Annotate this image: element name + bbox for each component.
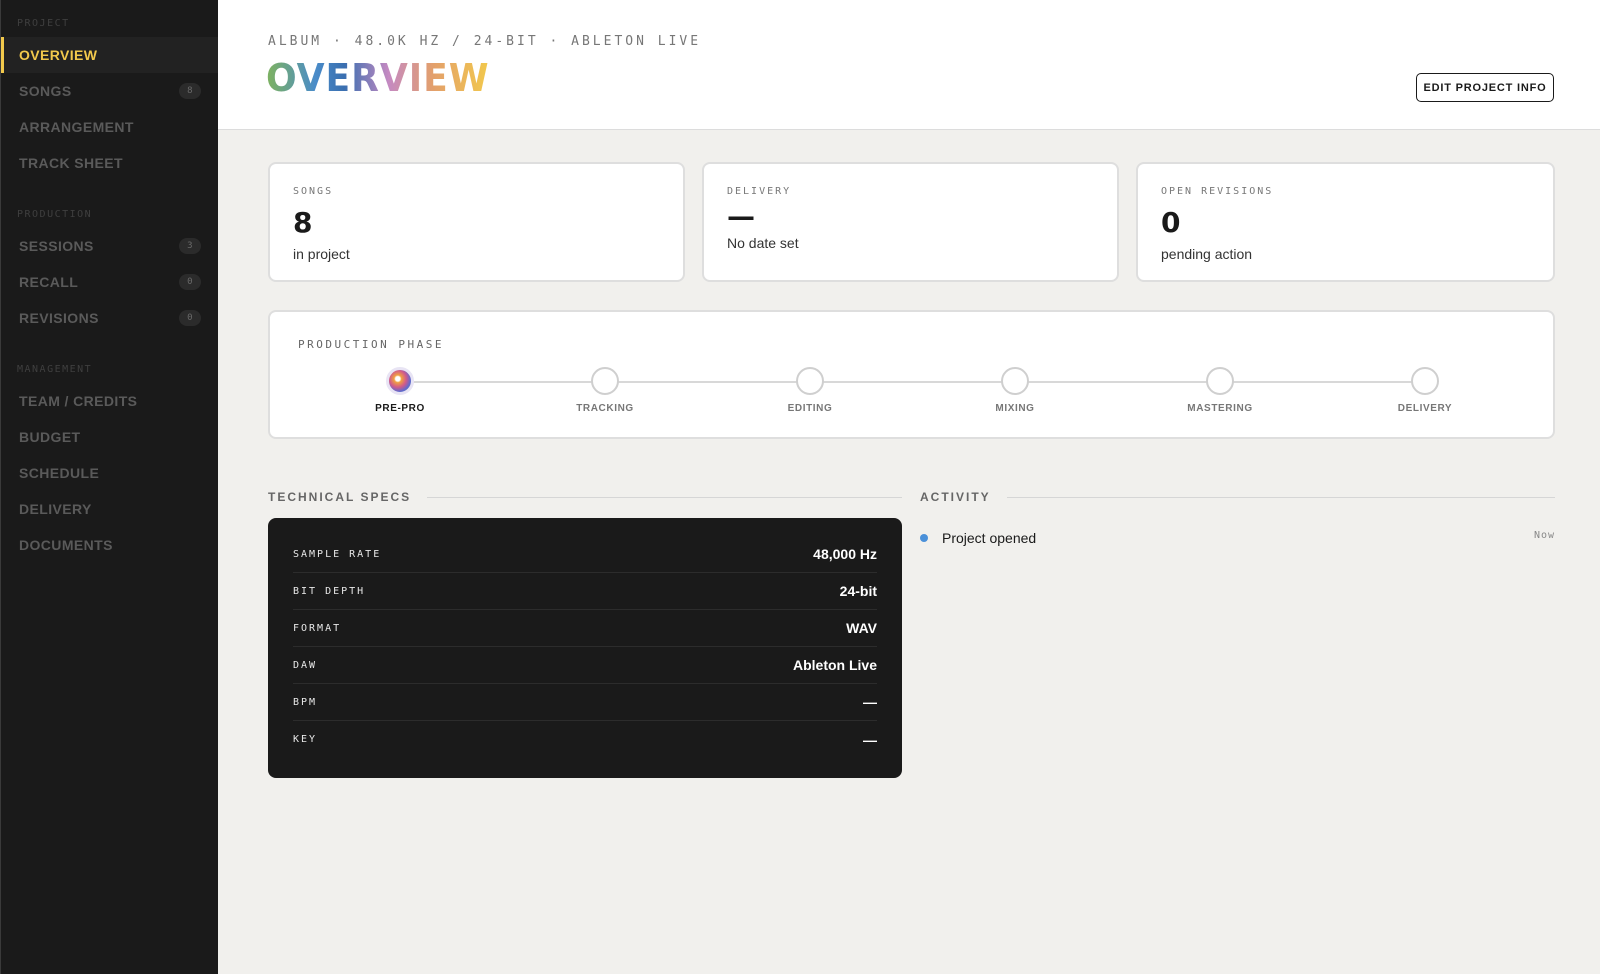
count-badge: 3 <box>179 238 201 254</box>
sidebar-item-label: OVERVIEW <box>19 47 98 63</box>
sidebar-item-songs[interactable]: SONGS 8 <box>1 73 219 109</box>
technical-specs-heading: TECHNICAL SPECS <box>268 490 902 504</box>
sidebar-item-label: DELIVERY <box>19 501 92 517</box>
phase-current-icon <box>386 367 414 395</box>
sidebar-item-delivery[interactable]: DELIVERY <box>1 491 219 527</box>
stat-label: SONGS <box>293 186 334 197</box>
stat-caption: in project <box>293 246 350 262</box>
page-title: OVERVIEW <box>266 56 490 100</box>
phase-step-mixing[interactable]: MIXING <box>955 367 1075 414</box>
sidebar-item-team-credits[interactable]: TEAM / CREDITS <box>1 383 219 419</box>
spec-key: FORMAT <box>293 622 342 634</box>
section-title: ACTIVITY <box>920 490 991 504</box>
phase-step-label: EDITING <box>787 403 833 414</box>
phase-step-delivery[interactable]: DELIVERY <box>1365 367 1485 414</box>
activity-text: Project opened <box>942 530 1037 546</box>
sidebar-item-label: RECALL <box>19 274 79 290</box>
production-phase-label: PRODUCTION PHASE <box>298 338 444 351</box>
sidebar-item-track-sheet[interactable]: TRACK SHEET <box>1 145 219 181</box>
stat-card-songs: SONGS 8 in project <box>268 162 685 282</box>
spec-row-format: FORMAT WAV <box>293 610 877 647</box>
technical-specs-panel: SAMPLE RATE 48,000 Hz BIT DEPTH 24-bit F… <box>268 518 902 778</box>
phase-dot-icon <box>1001 367 1029 395</box>
sidebar-item-label: REVISIONS <box>19 310 99 326</box>
phase-step-label: DELIVERY <box>1397 403 1453 414</box>
spec-row-daw: DAW Ableton Live <box>293 647 877 684</box>
divider <box>427 496 902 498</box>
stat-card-delivery: DELIVERY — No date set <box>702 162 1119 282</box>
spec-value: 24-bit <box>839 583 877 599</box>
sidebar-section-project: PROJECT <box>17 18 70 29</box>
sidebar-item-label: SONGS <box>19 83 72 99</box>
activity-dot-icon <box>920 534 928 542</box>
page-header: ALBUM · 48.0K HZ / 24-BIT · ABLETON LIVE… <box>218 0 1600 130</box>
activity-timestamp: Now <box>1533 530 1555 541</box>
phase-step-mastering[interactable]: MASTERING <box>1160 367 1280 414</box>
phase-step-label: MASTERING <box>1187 403 1253 414</box>
count-badge: 0 <box>179 274 201 290</box>
sidebar-item-label: TRACK SHEET <box>19 155 123 171</box>
phase-dot-icon <box>1411 367 1439 395</box>
sidebar-item-label: TEAM / CREDITS <box>19 393 138 409</box>
phase-step-label: TRACKING <box>576 403 634 414</box>
sidebar-item-recall[interactable]: RECALL 0 <box>1 264 219 300</box>
sidebar-item-label: BUDGET <box>19 429 81 445</box>
sidebar: PROJECT OVERVIEW SONGS 8 ARRANGEMENT TRA… <box>0 0 219 974</box>
sidebar-item-budget[interactable]: BUDGET <box>1 419 219 455</box>
phase-dot-icon <box>1206 367 1234 395</box>
sidebar-item-overview[interactable]: OVERVIEW <box>1 37 219 73</box>
spec-value: WAV <box>846 620 877 636</box>
phase-dot-icon <box>796 367 824 395</box>
stat-label: OPEN REVISIONS <box>1161 186 1274 197</box>
stat-value: 0 <box>1161 206 1181 239</box>
stat-caption: pending action <box>1161 246 1253 262</box>
sidebar-item-label: SESSIONS <box>19 238 94 254</box>
activity-item: Project opened Now <box>920 530 1555 546</box>
spec-value: 48,000 Hz <box>813 546 877 562</box>
sidebar-item-schedule[interactable]: SCHEDULE <box>1 455 219 491</box>
spec-key: KEY <box>293 734 318 745</box>
sidebar-item-label: SCHEDULE <box>19 465 100 481</box>
activity-heading: ACTIVITY <box>920 490 1555 504</box>
sidebar-item-sessions[interactable]: SESSIONS 3 <box>1 228 219 264</box>
section-title: TECHNICAL SPECS <box>268 490 412 504</box>
phase-dot-icon <box>591 367 619 395</box>
divider <box>1006 496 1555 498</box>
production-phase-panel: PRODUCTION PHASE PRE-PRO TRACKING EDITIN… <box>268 310 1555 439</box>
project-meta: ALBUM · 48.0K HZ / 24-BIT · ABLETON LIVE <box>268 34 702 49</box>
spec-key: SAMPLE RATE <box>293 548 382 560</box>
sidebar-section-management: MANAGEMENT <box>17 364 93 375</box>
spec-row-key: KEY — <box>293 721 877 758</box>
spec-value: — <box>863 731 877 748</box>
count-badge: 0 <box>179 310 201 326</box>
stat-card-open-revisions: OPEN REVISIONS 0 pending action <box>1136 162 1555 282</box>
sidebar-item-revisions[interactable]: REVISIONS 0 <box>1 300 219 336</box>
spec-key: BIT DEPTH <box>293 585 366 597</box>
sidebar-item-arrangement[interactable]: ARRANGEMENT <box>1 109 219 145</box>
sidebar-section-production: PRODUCTION <box>17 209 93 220</box>
phase-step-label: PRE-PRO <box>375 403 425 414</box>
stat-label: DELIVERY <box>727 186 792 197</box>
phase-step-editing[interactable]: EDITING <box>750 367 870 414</box>
sidebar-item-label: DOCUMENTS <box>19 537 113 553</box>
sidebar-item-label: ARRANGEMENT <box>19 119 134 135</box>
spec-row-bit-depth: BIT DEPTH 24-bit <box>293 573 877 610</box>
stat-value: — <box>727 200 755 233</box>
spec-value: Ableton Live <box>792 657 877 673</box>
spec-key: BPM <box>293 696 318 708</box>
stat-value: 8 <box>293 206 313 239</box>
phase-step-tracking[interactable]: TRACKING <box>545 367 665 414</box>
spec-key: DAW <box>293 659 318 671</box>
sidebar-item-documents[interactable]: DOCUMENTS <box>1 527 219 563</box>
spec-value: — <box>863 694 877 710</box>
count-badge: 8 <box>179 83 201 99</box>
spec-row-sample-rate: SAMPLE RATE 48,000 Hz <box>293 536 877 573</box>
phase-step-label: MIXING <box>995 403 1035 414</box>
phase-step-pre-pro[interactable]: PRE-PRO <box>340 367 460 414</box>
stat-caption: No date set <box>727 235 799 251</box>
spec-row-bpm: BPM — <box>293 684 877 721</box>
edit-project-info-button[interactable]: EDIT PROJECT INFO <box>1416 73 1554 102</box>
